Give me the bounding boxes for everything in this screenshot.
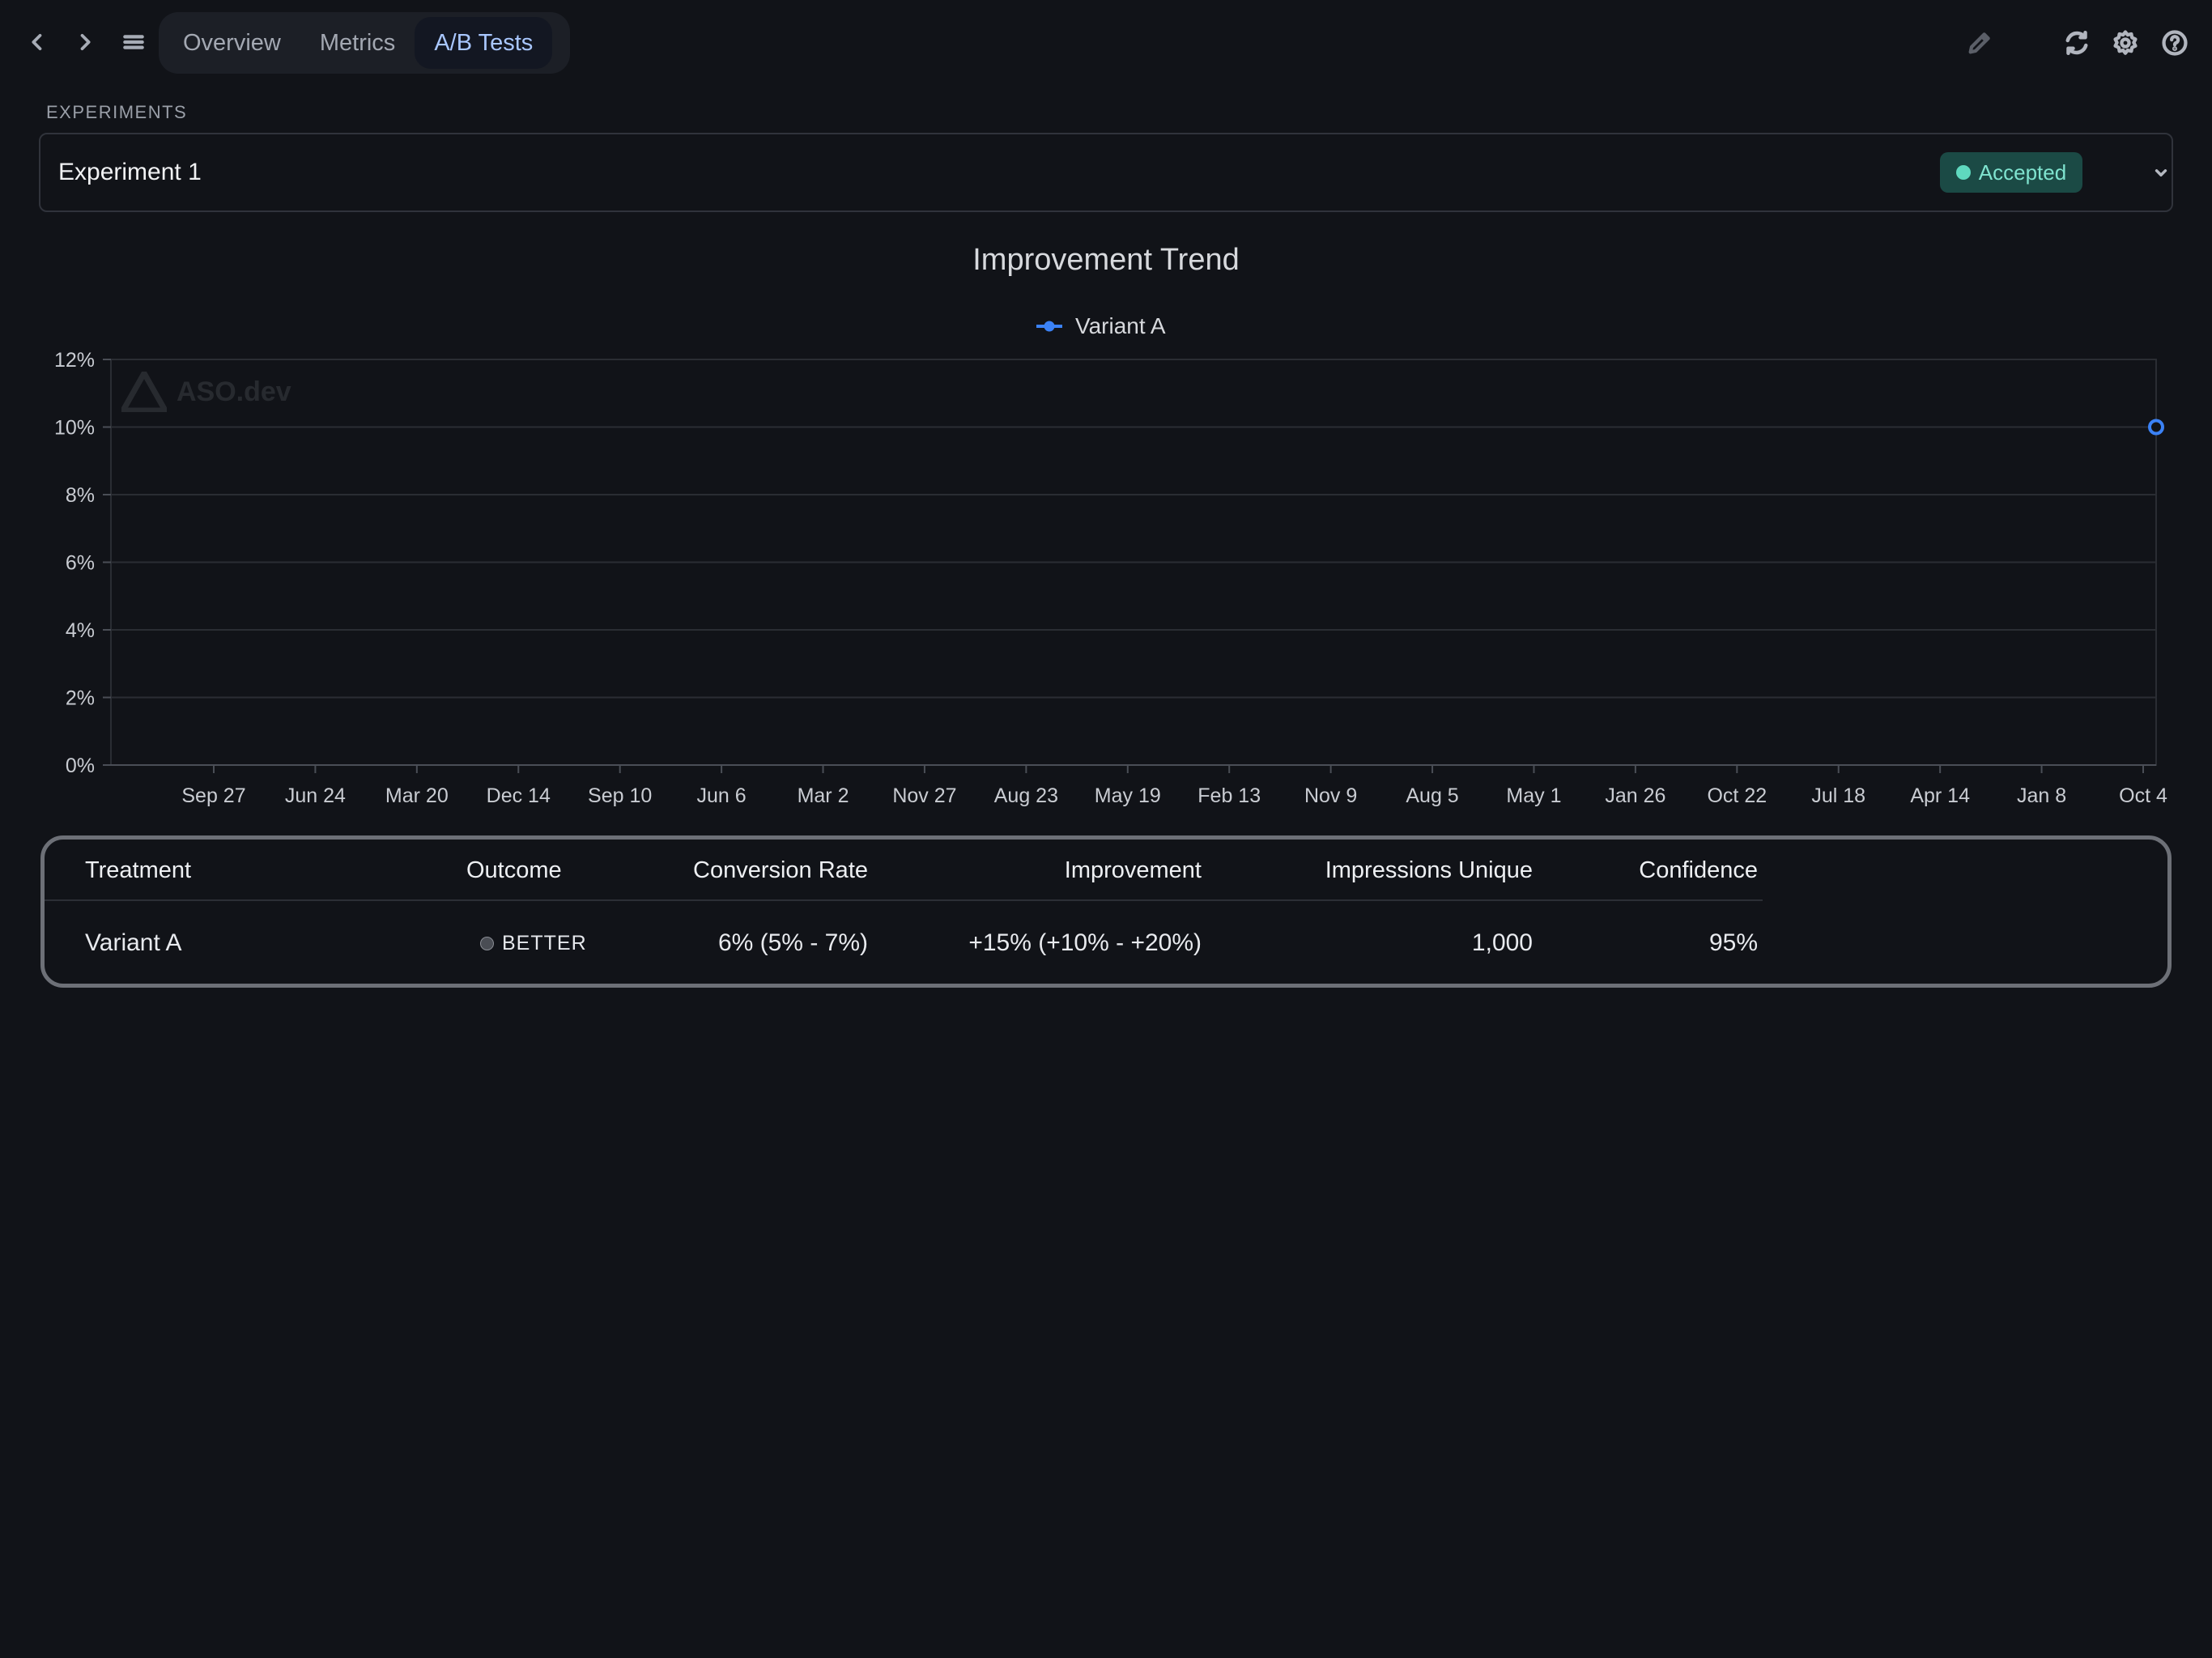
settings-button[interactable]: [2105, 23, 2146, 63]
y-tick-label: 10%: [54, 417, 95, 440]
refresh-button[interactable]: [2057, 23, 2097, 63]
x-tick-label: Oct 22: [1707, 784, 1767, 807]
forward-icon: [80, 33, 91, 51]
help-button[interactable]: [2155, 23, 2195, 63]
expand-button[interactable]: [2141, 152, 2181, 193]
x-tick-label: Jul 18: [1811, 784, 1865, 807]
forward-button[interactable]: [66, 23, 104, 62]
cell-treatment: Variant A: [85, 929, 182, 956]
x-tick-label: Aug 5: [1406, 784, 1458, 807]
y-tick-label: 0%: [66, 755, 95, 777]
x-tick-label: Apr 14: [1910, 784, 1970, 807]
cell-confidence: 95%: [1708, 929, 1758, 956]
status-badge: Accepted: [1940, 152, 2082, 193]
chart-legend-item[interactable]: Variant A: [1035, 310, 1166, 342]
table-row[interactable]: Variant A BETTER 6% (5% - 7%) +15% (+10%…: [45, 903, 1763, 984]
x-tick-label: May 1: [1506, 784, 1561, 807]
header-impressions-unique[interactable]: Impressions Unique: [1210, 840, 1533, 901]
legend-line-icon: [1036, 321, 1062, 332]
legend-label: Variant A: [1075, 313, 1166, 338]
header-outcome[interactable]: Outcome: [466, 840, 562, 901]
chart-title: Improvement Trend: [972, 243, 1240, 277]
status-dot-icon: [1955, 165, 1971, 180]
watermark: ASO.dev: [121, 372, 291, 412]
aso-logo-icon: [121, 372, 167, 412]
y-tick-label: 12%: [54, 349, 95, 372]
table-header: Treatment Outcome Conversion Rate Improv…: [45, 840, 1763, 901]
x-tick-label: Oct 4: [2119, 784, 2167, 807]
x-tick-label: Jun 24: [285, 784, 346, 807]
experiments-section-label: EXPERIMENTS: [46, 102, 188, 122]
header-conversion-rate[interactable]: Conversion Rate: [611, 840, 868, 901]
experiment-name: Experiment 1: [58, 159, 202, 185]
header-confidence[interactable]: Confidence: [1542, 840, 1758, 901]
x-tick-label: Dec 14: [487, 784, 551, 807]
y-tick-label: 8%: [66, 484, 95, 507]
tab-bar: Overview Metrics A/B Tests: [159, 12, 570, 74]
tab-ab-tests[interactable]: A/B Tests: [415, 17, 553, 69]
header-improvement[interactable]: Improvement: [887, 840, 1202, 901]
x-tick-label: Jan 8: [2017, 784, 2066, 807]
improvement-trend-chart: 0% 2% 4% 6% 8% 10% 12% Sep 27 Jun 24 Mar 20 Dec 14…: [54, 349, 2167, 807]
x-tick-label: Jun 6: [697, 784, 747, 807]
top-bar: Overview Metrics A/B Tests: [0, 0, 2212, 86]
x-tick-label: Feb 13: [1197, 784, 1261, 807]
tab-metrics[interactable]: Metrics: [300, 17, 415, 69]
menu-button[interactable]: [114, 23, 153, 62]
cell-outcome: BETTER: [480, 903, 587, 984]
y-tick-label: 4%: [66, 619, 95, 642]
status-label: Accepted: [1978, 159, 2067, 185]
x-tick-label: May 19: [1095, 784, 1161, 807]
cell-improvement: +15% (+10% - +20%): [968, 929, 1202, 956]
data-point: [2148, 419, 2164, 436]
chevron-down-icon: [2155, 169, 2167, 176]
y-tick-label: 6%: [66, 552, 95, 575]
y-tick-label: 2%: [66, 687, 95, 710]
menu-icon: [123, 35, 144, 49]
outcome-label: BETTER: [502, 931, 587, 954]
header-treatment[interactable]: Treatment: [85, 840, 191, 901]
x-tick-label: Sep 27: [181, 784, 245, 807]
back-icon: [32, 33, 42, 51]
help-icon: [2162, 30, 2188, 56]
edit-button[interactable]: [1959, 23, 2000, 63]
watermark-text: ASO.dev: [177, 376, 291, 407]
x-tick-label: Nov 9: [1304, 784, 1357, 807]
tab-overview[interactable]: Overview: [164, 17, 300, 69]
settings-icon: [2113, 30, 2138, 55]
cell-impressions-unique: 1,000: [1471, 929, 1533, 956]
edit-icon: [1968, 32, 1990, 54]
refresh-icon: [2065, 31, 2088, 55]
x-tick-label: Jan 26: [1605, 784, 1665, 807]
x-tick-label: Mar 2: [798, 784, 849, 807]
back-button[interactable]: [18, 23, 57, 62]
outcome-dot-icon: [480, 936, 494, 950]
cell-conversion-rate: 6% (5% - 7%): [717, 929, 868, 956]
x-tick-label: Sep 10: [588, 784, 652, 807]
x-tick-label: Nov 27: [892, 784, 956, 807]
results-table: Treatment Outcome Conversion Rate Improv…: [40, 835, 2172, 988]
experiment-selector[interactable]: Experiment 1 Accepted: [39, 133, 2173, 212]
x-tick-label: Aug 23: [994, 784, 1058, 807]
x-tick-label: Mar 20: [385, 784, 449, 807]
